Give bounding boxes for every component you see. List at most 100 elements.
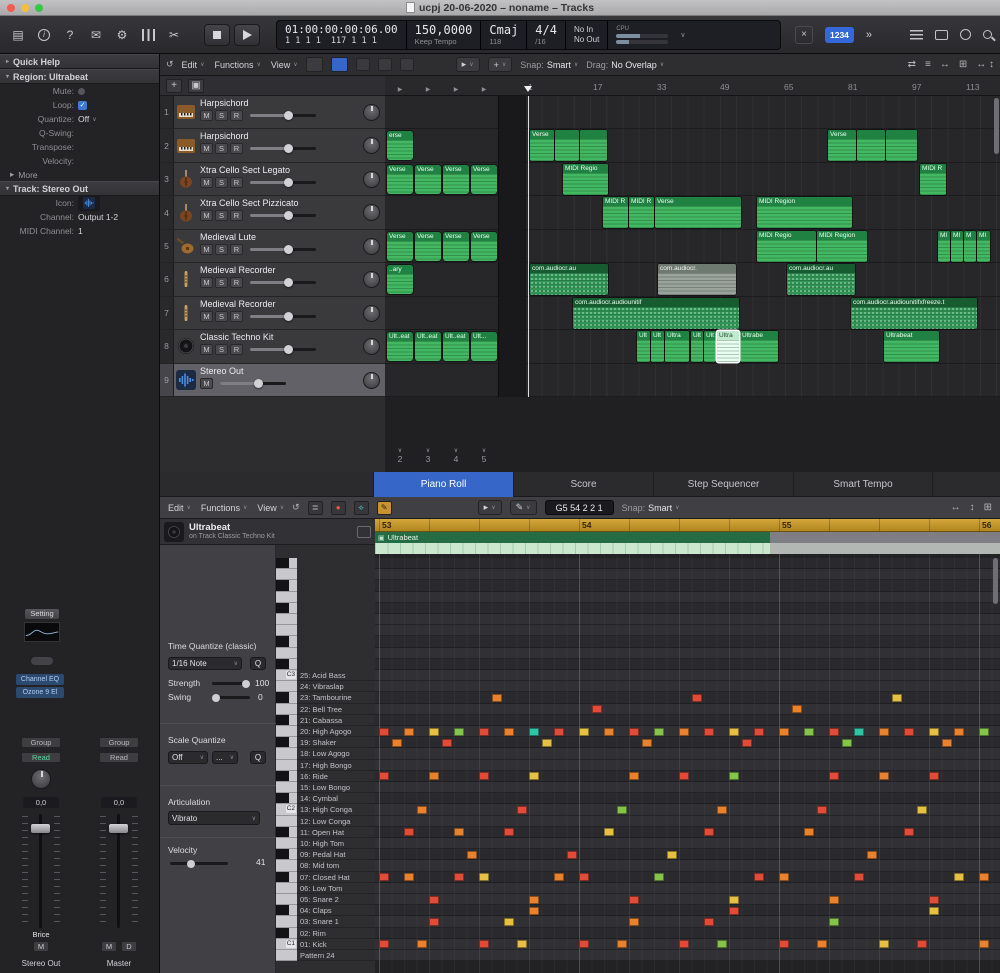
midi-region[interactable]: MIDI Regio [563, 164, 608, 195]
scale-quantize-root-select[interactable]: Off∨ [168, 751, 208, 764]
velocity-slider[interactable] [170, 862, 228, 865]
piano-key[interactable]: C1 [276, 939, 297, 950]
lcd-division[interactable]: /16 [535, 37, 557, 46]
midi-region[interactable]: MI [951, 231, 963, 262]
live-loops-cell[interactable]: ..ary [387, 265, 413, 294]
minimize-window-button[interactable] [21, 4, 29, 12]
scene-trigger-button[interactable]: ▶ [415, 86, 441, 93]
quantize-apply-button[interactable]: Q [250, 657, 266, 670]
midi-note[interactable] [679, 940, 689, 948]
lcd-key-signature[interactable]: Cmaj [489, 23, 518, 37]
midi-note[interactable] [667, 851, 677, 859]
midi-note[interactable] [404, 828, 414, 836]
live-loops-cell[interactable]: Verse [387, 165, 413, 194]
midi-region[interactable]: Ult [691, 331, 703, 362]
midi-region[interactable]: Ult [651, 331, 664, 362]
midi-note[interactable] [829, 728, 839, 736]
piano-key[interactable] [276, 894, 297, 905]
piano-key[interactable]: C3 [276, 670, 297, 681]
midi-region[interactable]: Ult [704, 331, 716, 362]
zoom-hv-icon[interactable]: ↔ ↕ [976, 59, 994, 70]
record-enable-button[interactable]: R [230, 210, 243, 221]
arrange-menu-functions[interactable]: Functions∨ [214, 60, 260, 70]
solo-button[interactable]: S [215, 277, 228, 288]
midi-note[interactable] [829, 918, 839, 926]
record-enable-button[interactable]: R [230, 177, 243, 188]
group-slot[interactable]: Group [21, 737, 61, 748]
fader-cap[interactable] [31, 824, 50, 833]
midi-note[interactable] [392, 739, 402, 747]
midi-note[interactable] [704, 828, 714, 836]
midi-note[interactable] [554, 728, 564, 736]
drum-lane-label[interactable]: 13: High Conga [297, 804, 375, 815]
scale-quantize-apply-button[interactable]: Q [250, 751, 266, 764]
lcd-tempo-mode[interactable]: Keep Tempo [415, 37, 473, 46]
piano-key[interactable] [276, 760, 297, 771]
dim-button[interactable]: D [121, 941, 137, 952]
group-slot[interactable]: Group [99, 737, 139, 748]
piano-key[interactable]: C2 [276, 804, 297, 815]
brush-tool-icon[interactable]: ✎ [377, 501, 392, 515]
piano-key[interactable] [276, 715, 297, 726]
pan-knob[interactable] [363, 305, 380, 322]
midi-region[interactable]: MIDI R [920, 164, 946, 195]
live-loops-cell[interactable]: Verse [443, 165, 469, 194]
track-lane[interactable] [385, 364, 1000, 397]
midi-note[interactable] [479, 728, 489, 736]
editors-icon[interactable]: ✂ [164, 25, 184, 45]
automation-mode-button[interactable]: Read [21, 752, 61, 763]
midi-note[interactable] [904, 828, 914, 836]
live-loops-cell[interactable]: Verse [415, 165, 441, 194]
pan-knob[interactable] [363, 104, 380, 121]
parameter-value[interactable]: 1 [78, 226, 83, 236]
region-name-bar[interactable]: ▣ Ultrabeat [375, 532, 770, 543]
insert-plugin-slot[interactable]: Channel EQ [16, 674, 64, 685]
midi-region[interactable]: com.audiocr. [658, 264, 736, 295]
midi-note[interactable] [729, 772, 739, 780]
track-header-row[interactable]: 1HarpsichordMSR [160, 96, 385, 129]
piano-key[interactable] [276, 592, 297, 603]
scene-number[interactable]: ∨4 [443, 448, 469, 464]
midi-note[interactable] [579, 728, 589, 736]
live-loops-cell[interactable]: erse [387, 131, 413, 160]
midi-note[interactable] [654, 873, 664, 881]
midi-note[interactable] [954, 728, 964, 736]
midi-note[interactable] [892, 694, 902, 702]
midi-note[interactable] [979, 940, 989, 948]
volume-fader[interactable] [18, 812, 64, 930]
midi-note[interactable] [879, 940, 889, 948]
library-icon[interactable]: ▤ [8, 25, 28, 45]
piano-key[interactable] [276, 883, 297, 894]
live-loops-cell[interactable]: Verse [415, 232, 441, 261]
midi-note[interactable] [617, 806, 627, 814]
midi-note[interactable] [492, 694, 502, 702]
midi-region[interactable]: M [964, 231, 976, 262]
drag-menu[interactable]: Drag:No Overlap∨ [586, 60, 664, 70]
midi-note[interactable] [479, 772, 489, 780]
volume-slider[interactable] [250, 281, 316, 284]
lcd-mode-chevron[interactable]: ∨ [676, 21, 689, 49]
midi-note[interactable] [454, 728, 464, 736]
drum-lane-label[interactable]: Pattern 24 [297, 950, 375, 961]
live-loops-cell[interactable]: Ult... [471, 332, 497, 361]
midi-note[interactable] [417, 940, 427, 948]
volume-slider[interactable] [250, 181, 316, 184]
piano-key[interactable] [276, 950, 297, 961]
midi-note[interactable] [429, 918, 439, 926]
tab-smart-tempo[interactable]: Smart Tempo [793, 472, 933, 497]
command-click-tool-menu[interactable]: ✎ ∨ [510, 500, 537, 515]
live-loops-cell[interactable]: Verse [471, 165, 497, 194]
midi-note[interactable] [504, 828, 514, 836]
tab-piano-roll[interactable]: Piano Roll [373, 472, 513, 497]
midi-region[interactable]: MIDI R [603, 197, 628, 228]
midi-region[interactable]: MIDI Regio [757, 231, 816, 262]
midi-note[interactable] [792, 705, 802, 713]
midi-note[interactable] [804, 828, 814, 836]
midi-region[interactable]: Verse [530, 130, 554, 161]
drum-lane-label[interactable]: 17: High Bongo [297, 760, 375, 771]
piano-key[interactable] [276, 704, 297, 715]
live-loops-cell[interactable]: Ult..eat [443, 332, 469, 361]
close-window-button[interactable] [7, 4, 15, 12]
pan-knob[interactable] [363, 271, 380, 288]
zoom-presets-icon[interactable]: ⊞ [959, 59, 967, 70]
